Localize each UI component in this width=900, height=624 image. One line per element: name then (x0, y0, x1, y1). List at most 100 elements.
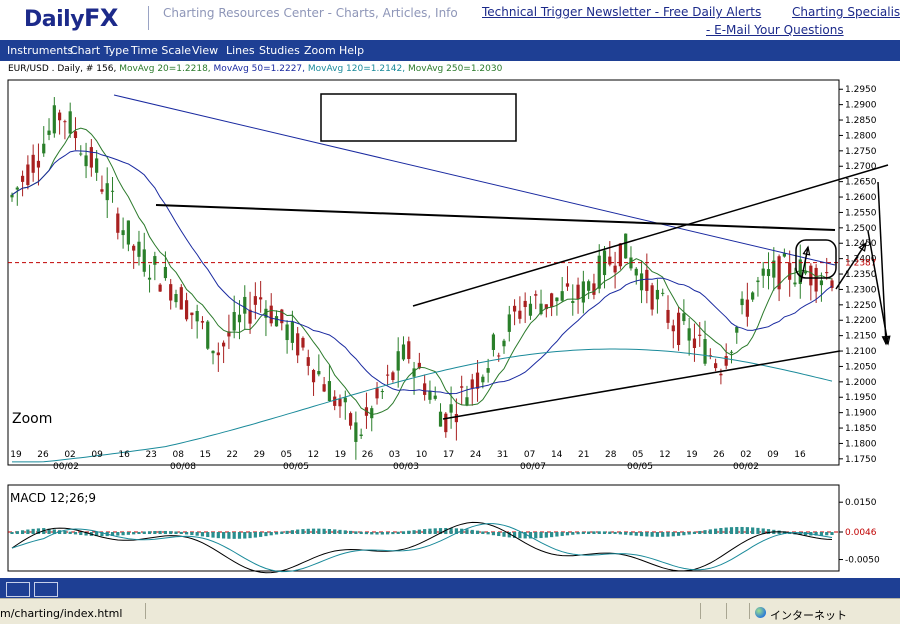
macd-histogram-bar (184, 532, 189, 535)
macd-histogram-bar (449, 528, 453, 535)
macd-histogram-bar (301, 529, 305, 535)
candle-body (470, 379, 474, 389)
macd-histogram-bar (290, 530, 294, 535)
candle-body (465, 397, 469, 406)
macd-histogram-bar (417, 529, 421, 535)
y-tick-label: 1.2050 (845, 362, 877, 372)
candle-body (169, 284, 173, 301)
macd-histogram-bar (708, 529, 712, 535)
candle-body (719, 373, 723, 376)
candle-body (158, 284, 162, 292)
macd-histogram-bar (534, 532, 538, 539)
candle-body (809, 265, 813, 286)
dailyfx-logo[interactable]: DailyFX (24, 4, 118, 32)
chart-area[interactable]: 1.2950 1.2900 1.2850 1.2800 1.2750 1.2700 1.26… (0, 61, 900, 578)
annotation-arrow (877, 181, 887, 345)
browser-status-bar: m/charting/index.html インターネット (0, 598, 900, 624)
newsletter-link[interactable]: Technical Trigger Newsletter - Free Dail… (482, 5, 761, 19)
x-day-label: 15 (200, 450, 211, 460)
chart-scroll-bar[interactable] (0, 578, 900, 598)
chart-menu-bar: Instruments Chart Type Time Scale View L… (0, 40, 900, 61)
macd-histogram-bar (195, 532, 199, 536)
candle-body (370, 408, 374, 419)
candle-body (454, 414, 458, 423)
candle-body (666, 309, 670, 323)
x-month-label: 00/08 (170, 462, 196, 472)
macd-histogram-bar (375, 532, 379, 535)
macd-histogram-bar (73, 532, 78, 535)
charting-specialist-link[interactable]: Charting Specialist (792, 5, 900, 19)
x-day-label: 12 (659, 450, 670, 460)
email-questions-link[interactable]: - E-Mail Your Questions (706, 23, 844, 37)
scroll-handle[interactable] (34, 582, 58, 597)
macd-histogram-bar (719, 528, 723, 535)
candle-body (523, 300, 527, 308)
price-panel-frame (7, 79, 840, 466)
candle-body (676, 312, 681, 346)
menu-lines[interactable]: Lines (226, 44, 255, 57)
candle-body (608, 256, 612, 265)
y-tick-label: 1.2900 (845, 101, 877, 111)
macd-histogram-bar (227, 532, 231, 539)
candle-body (333, 396, 337, 406)
menu-studies[interactable]: Studies (259, 44, 300, 57)
internet-zone-icon (755, 607, 766, 618)
ma250-label: MovAvg 250=1.2030 (407, 64, 503, 74)
macd-histogram-bar (333, 529, 337, 535)
macd-histogram-bar (830, 532, 834, 536)
macd-histogram-bar (121, 532, 125, 536)
macd-histogram-bar (618, 532, 622, 535)
menu-instruments[interactable]: Instruments (7, 44, 73, 57)
zoom-label[interactable]: Zoom (12, 411, 52, 427)
macd-histogram-bar (200, 532, 205, 537)
macd-histogram-bar (15, 531, 19, 535)
macd-histogram-bar (211, 532, 215, 538)
x-day-label: 09 (91, 450, 103, 460)
macd-histogram-bar (475, 530, 480, 535)
x-day-label: 05 (281, 450, 292, 460)
candle-body (174, 294, 178, 303)
macd-histogram-bar (555, 532, 559, 537)
candle-body (724, 356, 728, 366)
macd-histogram-bar (698, 530, 702, 535)
macd-histogram-bar (79, 532, 83, 536)
y-tick-label: 1.2700 (845, 162, 877, 172)
menu-view[interactable]: View (192, 44, 218, 57)
scroll-left-button[interactable] (6, 582, 30, 597)
candle-body (47, 130, 51, 135)
candle-body (290, 321, 294, 343)
y-tick-label: 1.2450 (845, 239, 877, 249)
candle-body (153, 256, 157, 265)
price-chart-svg[interactable]: 1.2950 1.2900 1.2850 1.2800 1.2750 1.2700 1.26… (0, 61, 900, 578)
candle-body (179, 287, 183, 310)
candle-body (269, 305, 273, 324)
status-divider (749, 603, 750, 619)
candle-body (597, 255, 601, 289)
candle-body (36, 160, 41, 168)
header-divider (148, 6, 149, 30)
candle-body (253, 296, 257, 305)
candle-body (661, 292, 665, 294)
macd-y-axis: 0.0150 0.0046 -0.0050 (839, 498, 880, 566)
candle-body (317, 371, 321, 375)
charting-resources-link[interactable]: Charting Resources Center - Charts, Arti… (163, 6, 458, 20)
menu-time-scale[interactable]: Time Scale (131, 44, 191, 57)
macd-histogram-bar (274, 532, 279, 535)
candle-body (343, 397, 347, 403)
candle-body (587, 281, 591, 291)
candle-body (698, 334, 702, 336)
candle-body (15, 187, 19, 190)
candle-body (396, 351, 400, 371)
menu-chart-type[interactable]: Chart Type (70, 44, 129, 57)
menu-help[interactable]: Help (339, 44, 364, 57)
candle-body (42, 143, 46, 154)
x-day-label: 22 (227, 450, 238, 460)
y-tick-label: 1.2300 (845, 285, 877, 295)
candle-body (190, 312, 194, 316)
status-divider (700, 603, 701, 619)
macd-histogram-bar (687, 532, 691, 535)
macd-histogram-bar (306, 528, 310, 535)
menu-zoom[interactable]: Zoom (304, 44, 336, 57)
macd-histogram-bar (311, 528, 316, 535)
macd-histogram-bar (550, 532, 554, 538)
